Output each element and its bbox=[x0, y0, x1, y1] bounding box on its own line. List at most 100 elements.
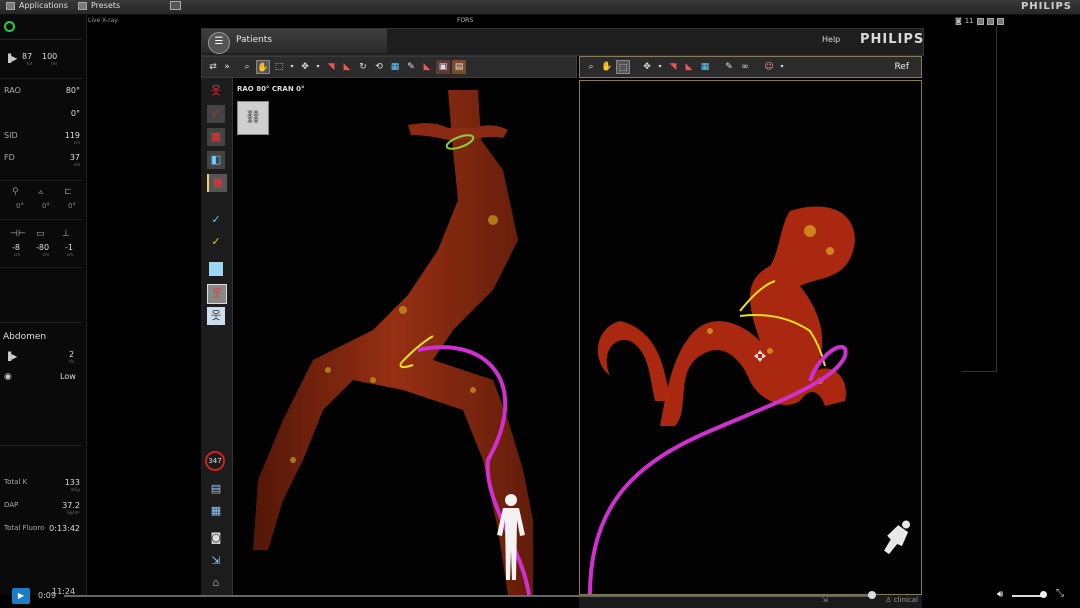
dap-row: DAP 37.2 Gycm² bbox=[4, 501, 80, 515]
table-height-icon: ⊥ bbox=[62, 229, 70, 239]
fd-row: FD 37 cm bbox=[4, 153, 80, 167]
close-icon[interactable] bbox=[996, 17, 1004, 25]
dropdown-icon[interactable]: ▾ bbox=[656, 60, 664, 74]
right-viewport-toolbar: ⌕ ✋ ⬚ ✥ ▾ ◥ ◣ ▦ ✎ ∞ ☺ ▾ Ref bbox=[579, 56, 922, 78]
face-icon[interactable]: ☺ bbox=[762, 60, 776, 74]
angle-value-2: 0° bbox=[42, 202, 50, 210]
rao-row: RAO 80° bbox=[4, 86, 80, 95]
top-menu-bar: Applications Presets PHILIPS bbox=[0, 0, 1080, 15]
lateral-view-icon[interactable]: 웃 bbox=[207, 307, 225, 325]
rotate-icon[interactable]: ↻ bbox=[356, 60, 370, 74]
tilt-icon: ⟑ bbox=[38, 187, 44, 197]
play-button[interactable]: ▶ bbox=[12, 588, 30, 604]
move-icon[interactable]: ✥ bbox=[640, 60, 654, 74]
brand-logo: PHILIPS bbox=[860, 32, 925, 47]
fullscreen-icon[interactable]: ⤡ bbox=[1056, 588, 1064, 599]
select-icon[interactable]: ⬚ bbox=[616, 60, 630, 74]
marker-icon[interactable]: ◣ bbox=[420, 60, 434, 74]
restore-icon[interactable] bbox=[986, 17, 994, 25]
expand-icon[interactable]: » bbox=[222, 60, 232, 74]
annotate-icon[interactable]: ✎ bbox=[722, 60, 736, 74]
left-viewport[interactable]: RAO 80° CRAN 0° ⛓ bbox=[233, 80, 576, 595]
anatomy-icon[interactable]: ▩ bbox=[207, 128, 225, 146]
select-icon[interactable]: ⬚ bbox=[272, 60, 286, 74]
swap-icon[interactable]: ⇄ bbox=[206, 60, 220, 74]
pan-hand-icon[interactable]: ✋ bbox=[600, 60, 614, 74]
progress-bar[interactable] bbox=[64, 595, 872, 597]
table-lat-value: -80 cm bbox=[36, 243, 50, 257]
angle-value-3: 0° bbox=[68, 202, 76, 210]
patients-tab[interactable]: ☰ Patients bbox=[202, 29, 387, 54]
secondary-monitor-frame bbox=[962, 26, 997, 372]
table-lat-icon: ▭ bbox=[36, 229, 45, 239]
reset-icon[interactable]: ⟲ bbox=[372, 60, 386, 74]
overlay-icon[interactable]: ▦ bbox=[388, 60, 402, 74]
vessel-tool-icon[interactable]: ◣ bbox=[682, 60, 696, 74]
volume-icon[interactable]: 🔊︎ bbox=[997, 589, 1003, 600]
patient-figure-icon[interactable]: 웃 bbox=[207, 82, 225, 100]
presets-menu[interactable]: Presets bbox=[78, 1, 120, 10]
table-long-icon: ⊣⊢ bbox=[10, 229, 26, 239]
table-height-value: -1 cm bbox=[65, 243, 73, 257]
region-label[interactable]: Abdomen bbox=[3, 332, 46, 342]
sid-row: SID 119 cm bbox=[4, 131, 80, 145]
live-xray-label: Live X-ray bbox=[88, 17, 118, 24]
camera-icon[interactable]: ◙ bbox=[955, 17, 962, 25]
overlay-icon[interactable]: ▦ bbox=[698, 60, 712, 74]
total-fluoro-row: Total Fluoro 0:13:42 bbox=[4, 524, 80, 533]
detector-icon: ⊏ bbox=[64, 187, 72, 197]
image-icon[interactable]: ▤ bbox=[452, 60, 466, 74]
pan-hand-icon[interactable]: ✋ bbox=[256, 60, 270, 74]
acquisition-panel: ▐▶ 87 kV 100 ms RAO 80° 0° SID 119 cm FD 37 cm … bbox=[0, 15, 87, 595]
save-icon[interactable]: ▤ bbox=[207, 480, 225, 498]
eye-icon: ◉ bbox=[4, 372, 12, 382]
total-k-row: Total K 133 mGy bbox=[4, 478, 80, 492]
ma-value: 100 ms bbox=[42, 52, 58, 66]
window-count: 11 bbox=[964, 17, 974, 25]
camera-icon[interactable]: ◙ bbox=[207, 529, 225, 547]
applications-menu[interactable]: Applications bbox=[6, 1, 68, 10]
patient-orientation-figure-3d bbox=[884, 520, 911, 555]
export-icon[interactable]: ⇲ bbox=[207, 552, 225, 570]
settings-icon[interactable] bbox=[170, 1, 181, 10]
move-icon[interactable]: ✥ bbox=[298, 60, 312, 74]
status-ring-icon bbox=[4, 21, 15, 32]
dropdown-icon[interactable]: ▾ bbox=[778, 60, 786, 74]
window-controls: ◙ 11 bbox=[955, 17, 1004, 25]
vessel-tool-icon[interactable]: ◣ bbox=[340, 60, 354, 74]
layout-icon[interactable]: ▣ bbox=[436, 60, 450, 74]
check-blue-icon[interactable]: ✓ bbox=[207, 211, 225, 229]
left-viewport-toolbar: ⇄ » ⌕ ✋ ⬚ ▾ ✥ ▾ ◥ ◣ ↻ ⟲ ▦ ✎ ◣ ▣ ▤ bbox=[201, 56, 577, 78]
annotate-icon[interactable]: ✎ bbox=[404, 60, 418, 74]
mask-icon[interactable]: ◧ bbox=[207, 151, 225, 169]
vessel-tool-icon[interactable]: ◥ bbox=[324, 60, 338, 74]
zoom-icon[interactable]: ⌕ bbox=[584, 60, 598, 74]
fors-label: FORS bbox=[457, 17, 474, 24]
vessel-3d-render-left bbox=[253, 90, 533, 595]
overlay-mode-icon[interactable]: ▦ bbox=[207, 174, 227, 192]
blank-view-icon[interactable] bbox=[209, 262, 223, 276]
dose-level: Low bbox=[60, 372, 76, 381]
zoom-icon[interactable]: ⌕ bbox=[240, 60, 254, 74]
layout-icon[interactable] bbox=[976, 17, 984, 25]
video-player-controls: ▶ 0:09 11:24 🔊︎ ⤡ bbox=[0, 585, 1080, 608]
grid-icon[interactable]: ▦ bbox=[207, 502, 225, 520]
vessel-view-icon[interactable]: ⟋ bbox=[207, 105, 225, 123]
applications-label: Applications bbox=[19, 1, 68, 10]
rotation-icon: ⚲ bbox=[12, 187, 19, 197]
link-icon[interactable]: ∞ bbox=[738, 60, 752, 74]
help-button[interactable]: Help bbox=[822, 35, 840, 44]
volume-handle[interactable] bbox=[1040, 591, 1047, 598]
dropdown-icon[interactable]: ▾ bbox=[288, 60, 296, 74]
check-yellow-icon[interactable]: ✓ bbox=[207, 233, 225, 251]
angle-value-1: 0° bbox=[16, 202, 24, 210]
body-view-icon[interactable]: 웃 bbox=[207, 284, 227, 304]
progress-handle[interactable] bbox=[868, 591, 876, 599]
dropdown-icon[interactable]: ▾ bbox=[314, 60, 322, 74]
fluoro-icon: ▐▶ bbox=[5, 54, 18, 63]
right-viewport[interactable] bbox=[579, 80, 922, 595]
vessel-tool-icon[interactable]: ◥ bbox=[666, 60, 680, 74]
side-toolbar: 웃 ⟋ ▩ ◧ ▦ ✓ ✓ 웃 웃 347 ▤ ▦ ◙ ⇲ ⌂ bbox=[201, 78, 233, 595]
c-arm-icon[interactable]: ⛓ bbox=[237, 101, 269, 135]
presets-label: Presets bbox=[91, 1, 121, 10]
